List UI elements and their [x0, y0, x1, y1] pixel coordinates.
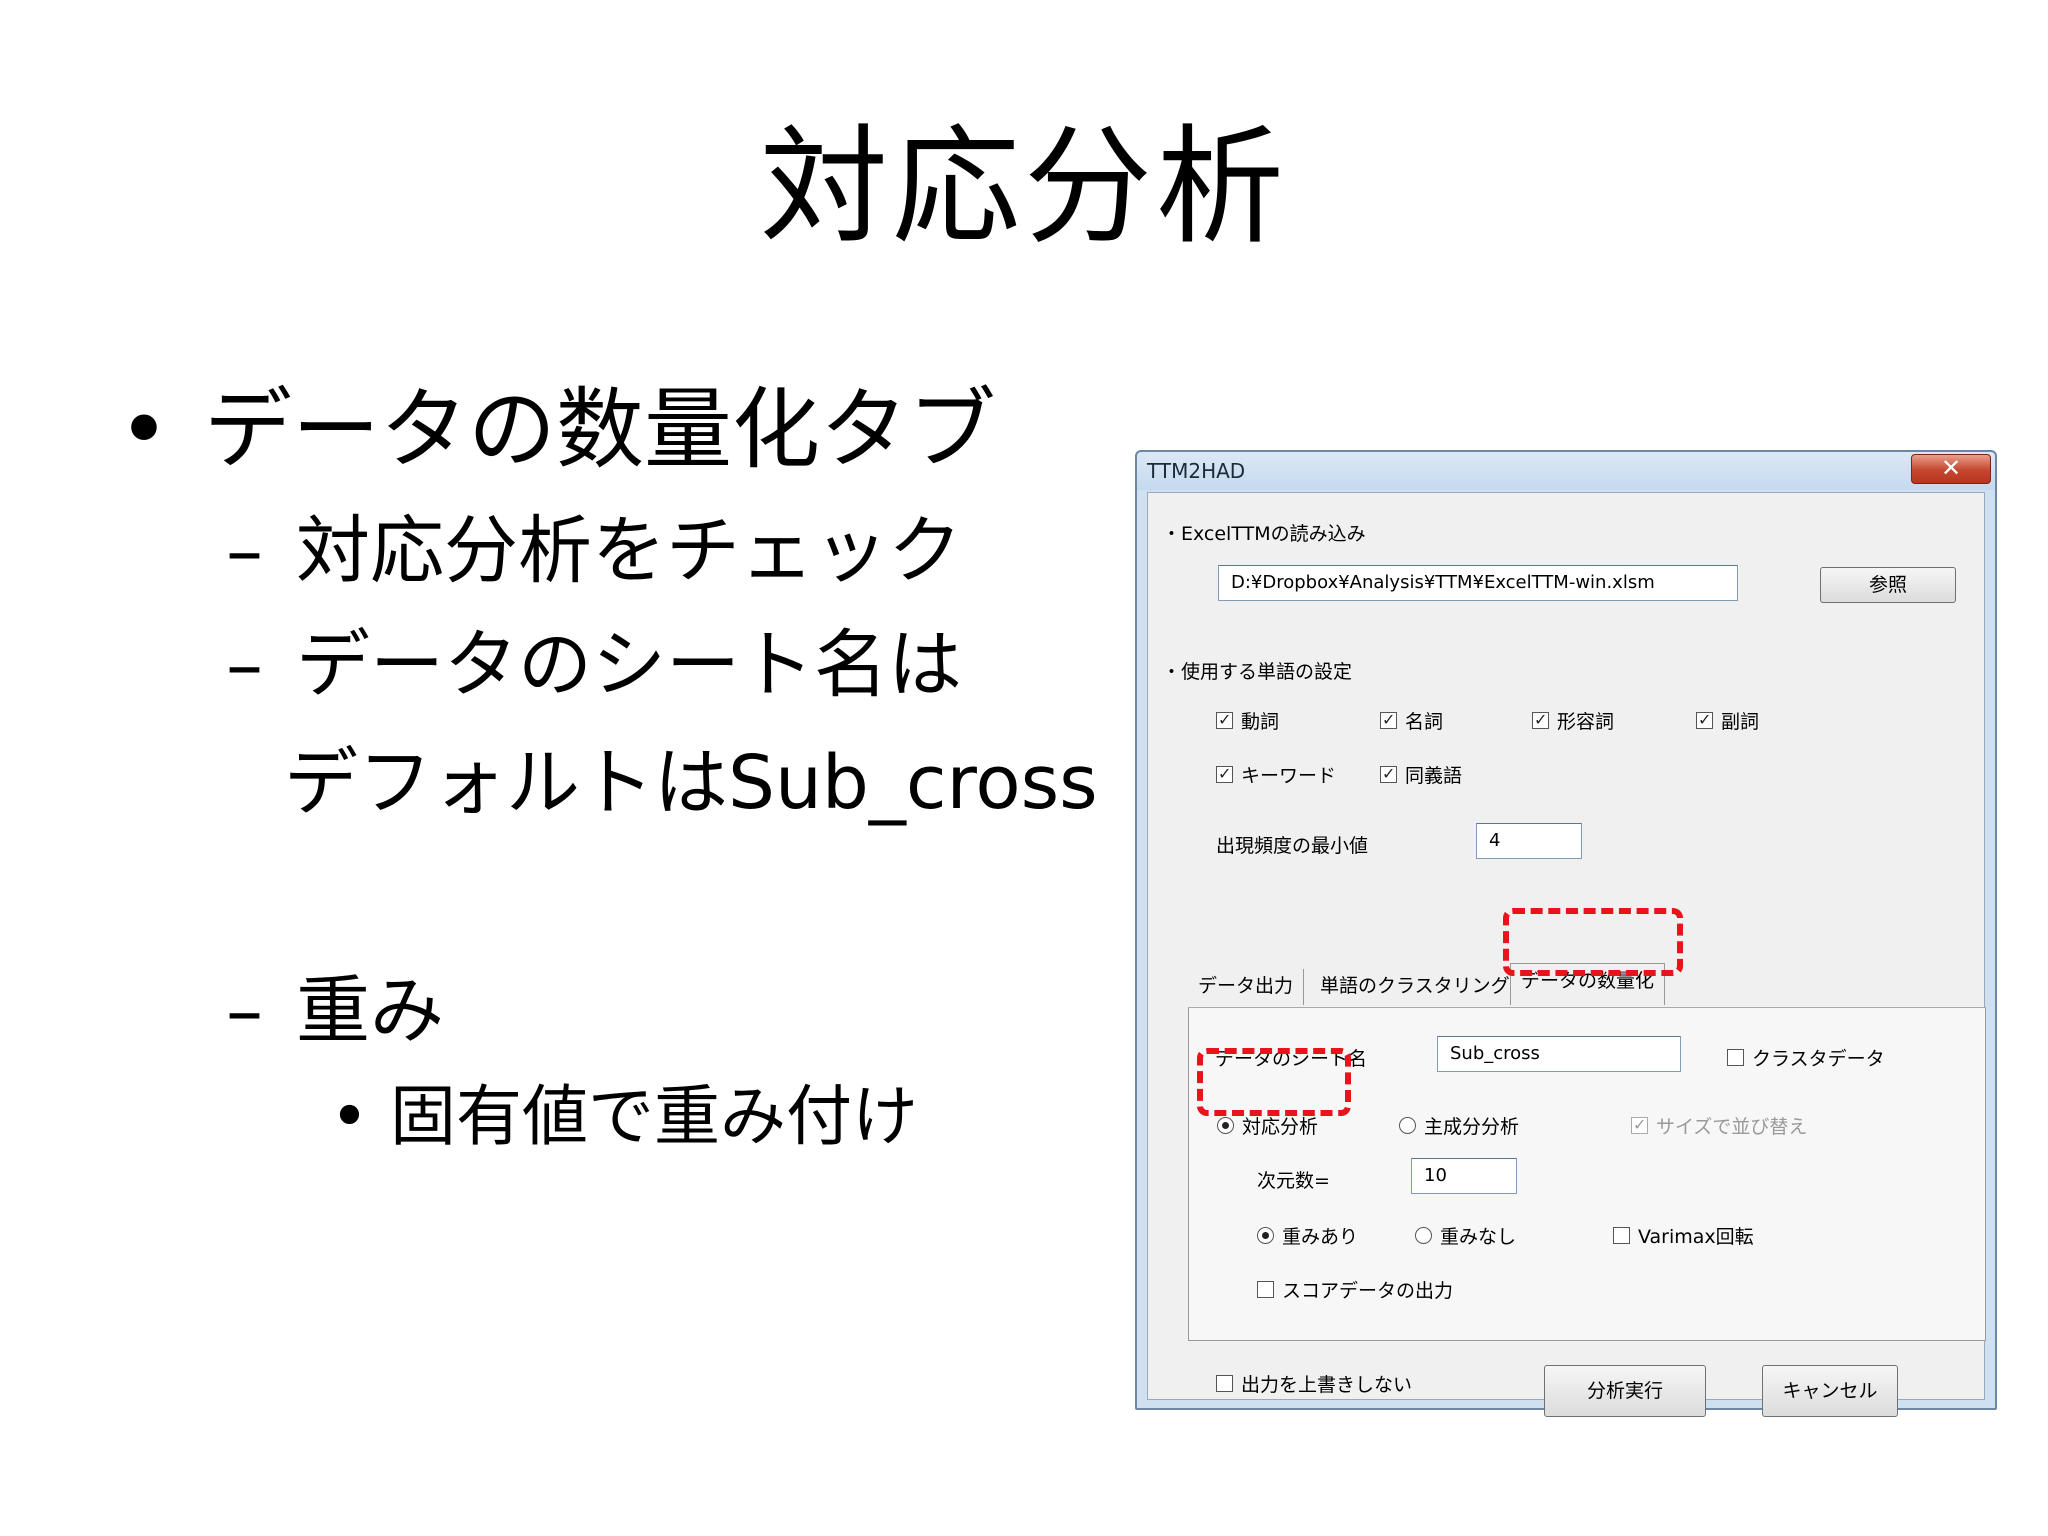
file-path-input[interactable]: D:¥Dropbox¥Analysis¥TTM¥ExcelTTM-win.xls…	[1218, 565, 1738, 601]
checkbox-label: 出力を上書きしない	[1241, 1374, 1413, 1396]
checkbox-box[interactable]	[1380, 766, 1397, 783]
sub-bullet-sheet-name-cont: デフォルトはSub_cross	[284, 740, 1098, 826]
close-icon: ✕	[1940, 454, 1962, 482]
sub-sub-bullet-eigenvalue: • 固有値で重み付け	[330, 1078, 918, 1156]
dash-mark: –	[226, 508, 263, 594]
checkbox-label: キーワード	[1241, 765, 1337, 787]
min-frequency-label: 出現頻度の最小値	[1216, 835, 1369, 857]
radio-label: 対応分析	[1242, 1116, 1319, 1138]
checkbox-keyword[interactable]: キーワード	[1216, 761, 1336, 788]
bullet-data-quantification-tab: • データの数量化タブ	[118, 380, 996, 480]
checkbox-score-output[interactable]: スコアデータの出力	[1257, 1276, 1453, 1303]
checkbox-box[interactable]	[1532, 712, 1549, 729]
bullet-mark: •	[118, 378, 170, 481]
sub-bullet-sheet-name: – データのシート名は	[226, 622, 962, 708]
checkbox-adverb[interactable]: 副詞	[1696, 707, 1759, 734]
checkbox-label: 名詞	[1405, 711, 1444, 733]
slide-title: 対応分析	[759, 113, 1288, 262]
checkbox-synonym[interactable]: 同義語	[1380, 761, 1462, 788]
dimensions-input[interactable]: 10	[1411, 1158, 1517, 1194]
browse-button[interactable]: 参照	[1820, 567, 1956, 603]
checkbox-cluster-data[interactable]: クラスタデータ	[1727, 1044, 1885, 1071]
checkbox-verb[interactable]: 動詞	[1216, 707, 1279, 734]
radio-pca[interactable]: 主成分分析	[1399, 1112, 1519, 1139]
sub-bullet-text: 対応分析をチェック	[296, 508, 962, 594]
dash-mark: –	[226, 622, 263, 708]
checkbox-box[interactable]	[1380, 712, 1397, 729]
checkbox-box[interactable]	[1216, 712, 1233, 729]
checkbox-box[interactable]	[1613, 1227, 1630, 1244]
sub-sub-bullet-text: 固有値で重み付け	[390, 1078, 918, 1155]
checkbox-label: Varimax回転	[1638, 1226, 1754, 1248]
cancel-button[interactable]: キャンセル	[1762, 1365, 1898, 1417]
dimensions-label: 次元数=	[1257, 1170, 1330, 1192]
checkbox-no-overwrite[interactable]: 出力を上書きしない	[1216, 1370, 1412, 1397]
sub-bullet-weight: – 重み	[226, 968, 444, 1054]
run-analysis-button[interactable]: 分析実行	[1544, 1365, 1706, 1417]
checkbox-varimax[interactable]: Varimax回転	[1613, 1222, 1754, 1249]
title-bar[interactable]: TTM2HAD ✕	[1137, 452, 1995, 490]
close-button[interactable]: ✕	[1911, 454, 1991, 484]
radio-weighted[interactable]: 重みあり	[1257, 1222, 1358, 1249]
checkbox-sort-by-size[interactable]: サイズで並び替え	[1631, 1112, 1807, 1139]
bullet-text: データの数量化タブ	[204, 378, 997, 481]
radio-label: 主成分分析	[1424, 1116, 1520, 1138]
checkbox-noun[interactable]: 名詞	[1380, 707, 1443, 734]
sub-bullet-check-correspondence: – 対応分析をチェック	[226, 508, 962, 594]
tab-data-output[interactable]: データ出力	[1188, 969, 1305, 1005]
section-read-label: ・ExcelTTMの読み込み	[1162, 523, 1366, 545]
checkbox-box[interactable]	[1696, 712, 1713, 729]
dash-mark: –	[226, 968, 263, 1054]
sheet-name-input[interactable]: Sub_cross	[1437, 1036, 1681, 1072]
radio-label: 重みあり	[1282, 1226, 1359, 1248]
checkbox-label: 副詞	[1721, 711, 1760, 733]
checkbox-label: サイズで並び替え	[1656, 1116, 1808, 1138]
min-frequency-input[interactable]: 4	[1476, 823, 1582, 859]
checkbox-box[interactable]	[1727, 1049, 1744, 1066]
sub-bullet-text: データのシート名は	[296, 622, 962, 708]
checkbox-label: クラスタデータ	[1752, 1048, 1885, 1070]
sub-bullet-text: 重み	[296, 968, 444, 1054]
checkbox-label: 形容詞	[1557, 711, 1615, 733]
highlight-correspondence-radio	[1197, 1048, 1351, 1116]
radio-correspondence-analysis[interactable]: 対応分析	[1217, 1112, 1318, 1139]
checkbox-box[interactable]	[1257, 1281, 1274, 1298]
radio-button[interactable]	[1399, 1117, 1416, 1134]
bullet-mark: •	[330, 1078, 369, 1155]
radio-button[interactable]	[1257, 1227, 1274, 1244]
radio-button[interactable]	[1217, 1117, 1234, 1134]
tab-word-clustering[interactable]: 単語のクラスタリング	[1310, 969, 1520, 1005]
checkbox-box[interactable]	[1631, 1117, 1648, 1134]
checkbox-box[interactable]	[1216, 1375, 1233, 1392]
radio-label: 重みなし	[1440, 1226, 1517, 1248]
radio-unweighted[interactable]: 重みなし	[1415, 1222, 1516, 1249]
checkbox-label: 動詞	[1241, 711, 1280, 733]
checkbox-adjective[interactable]: 形容詞	[1532, 707, 1614, 734]
radio-button[interactable]	[1415, 1227, 1432, 1244]
ttm2had-dialog: TTM2HAD ✕ ・ExcelTTMの読み込み D:¥Dropbox¥Anal…	[1135, 450, 1997, 1417]
highlight-quantification-tab	[1503, 908, 1683, 976]
checkbox-label: 同義語	[1405, 765, 1463, 787]
window-title: TTM2HAD	[1147, 459, 1246, 483]
section-words-label: ・使用する単語の設定	[1162, 661, 1353, 683]
checkbox-box[interactable]	[1216, 766, 1233, 783]
checkbox-label: スコアデータの出力	[1282, 1280, 1454, 1302]
